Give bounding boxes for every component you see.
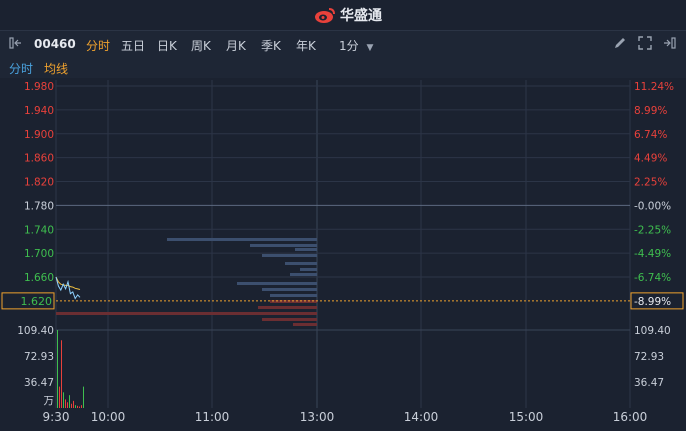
- volume-tick-label: 36.47: [24, 377, 54, 389]
- intraday-price-line: [55, 276, 81, 300]
- percent-tick-label: 4.49%: [634, 153, 667, 165]
- volume-unit-label: 万: [44, 395, 55, 407]
- tab-intraday[interactable]: 分时: [86, 37, 110, 54]
- volume-bar: [57, 330, 58, 408]
- depth-bar-buy: [290, 273, 317, 276]
- volume-bar: [71, 403, 72, 408]
- chart-toolbar: 00460 分时 五日 日K 周K 月K 季K 年K 1分 ▼: [0, 30, 686, 60]
- volume-bar: [81, 405, 82, 408]
- chevron-down-icon: ▼: [366, 43, 374, 53]
- current-pct-label: -8.99%: [634, 296, 671, 308]
- percent-tick-label: 6.74%: [634, 129, 667, 141]
- depth-bar-sell: [56, 312, 317, 315]
- depth-bar-buy: [300, 268, 317, 271]
- stock-code: 00460: [34, 37, 76, 51]
- subtab-intraday[interactable]: 分时: [9, 60, 33, 77]
- price-tick-label: 1.980: [24, 81, 54, 93]
- volume-bar: [75, 405, 76, 408]
- volume-bar: [59, 386, 60, 408]
- time-tick-label: 9:30: [43, 410, 70, 424]
- volume-bar: [83, 386, 84, 408]
- volume-bar: [69, 395, 70, 408]
- volume-bar: [73, 400, 74, 408]
- back-start-icon[interactable]: [8, 36, 24, 52]
- volume-tick-label-right: 36.47: [634, 377, 664, 389]
- time-tick-label: 16:00: [613, 410, 648, 424]
- indicator-tabs: 分时 均线: [0, 58, 686, 78]
- forward-end-icon[interactable]: [661, 36, 677, 52]
- interval-select[interactable]: 1分 ▼: [339, 37, 373, 54]
- time-tick-label: 11:00: [195, 410, 230, 424]
- fullscreen-icon[interactable]: [637, 36, 653, 52]
- price-tick-label: 1.740: [24, 224, 54, 236]
- tab-five-day[interactable]: 五日: [121, 37, 145, 54]
- depth-bar-buy: [285, 262, 317, 265]
- volume-tick-label: 72.93: [24, 351, 54, 363]
- tab-daily-k[interactable]: 日K: [157, 37, 177, 54]
- price-tick-label: 1.820: [24, 177, 54, 189]
- interval-value: 1分: [339, 39, 359, 53]
- depth-bar-buy: [262, 254, 317, 257]
- percent-tick-label: 8.99%: [634, 105, 667, 117]
- depth-bar-sell: [258, 306, 317, 309]
- price-tick-label: 1.660: [24, 272, 54, 284]
- percent-tick-label: 2.25%: [634, 177, 667, 189]
- brand-name: 华盛通: [340, 8, 382, 24]
- volume-tick-label: 109.40: [17, 325, 54, 337]
- tab-monthly-k[interactable]: 月K: [226, 37, 246, 54]
- volume-bar: [67, 402, 68, 408]
- depth-bar-sell: [262, 318, 317, 321]
- time-tick-label: 14:00: [404, 410, 439, 424]
- percent-tick-label: -4.49%: [634, 248, 671, 260]
- time-tick-label: 13:00: [300, 410, 335, 424]
- percent-tick-label: -6.74%: [634, 272, 671, 284]
- volume-bar: [61, 340, 62, 408]
- depth-bar-buy: [237, 282, 317, 285]
- depth-bar-sell: [293, 323, 317, 326]
- percent-tick-label: -0.00%: [634, 200, 671, 212]
- time-tick-label: 10:00: [91, 410, 126, 424]
- title-bar: 华盛通: [0, 0, 686, 30]
- price-tick-label: 1.860: [24, 153, 54, 165]
- price-tick-label: 1.940: [24, 105, 54, 117]
- price-tick-label: 1.780: [24, 200, 54, 212]
- current-price-label: 1.620: [21, 295, 53, 308]
- volume-tick-label-right: 72.93: [634, 351, 664, 363]
- volume-bar: [79, 406, 80, 408]
- depth-bar-buy: [295, 248, 317, 251]
- percent-tick-label: -2.25%: [634, 224, 671, 236]
- tab-yearly-k[interactable]: 年K: [296, 37, 316, 54]
- brand-logo: 华盛通: [314, 5, 382, 25]
- depth-bar-buy: [262, 288, 317, 291]
- price-tick-label: 1.900: [24, 129, 54, 141]
- volume-tick-label-right: 109.40: [634, 325, 671, 337]
- percent-tick-label: 11.24%: [634, 81, 674, 93]
- depth-bar-buy: [250, 244, 317, 247]
- chart-canvas[interactable]: 1.980 11.24% 1.940 8.99% 1.900 6.74% 1.860 4.49…: [0, 78, 686, 427]
- tab-quarterly-k[interactable]: 季K: [261, 37, 281, 54]
- volume-bar: [65, 399, 66, 408]
- weibo-style-eye-icon: [315, 8, 335, 23]
- price-tick-label: 1.700: [24, 248, 54, 260]
- volume-bar: [77, 405, 78, 408]
- subtab-average-line[interactable]: 均线: [44, 60, 68, 77]
- intraday-chart[interactable]: 1.980 11.24% 1.940 8.99% 1.900 6.74% 1.860 4.49…: [0, 78, 686, 427]
- tab-weekly-k[interactable]: 周K: [191, 37, 211, 54]
- draw-pencil-icon[interactable]: [612, 36, 628, 52]
- time-tick-label: 15:00: [509, 410, 544, 424]
- depth-bar-buy: [167, 238, 317, 241]
- depth-bar-buy: [270, 294, 317, 297]
- volume-bar: [63, 392, 64, 408]
